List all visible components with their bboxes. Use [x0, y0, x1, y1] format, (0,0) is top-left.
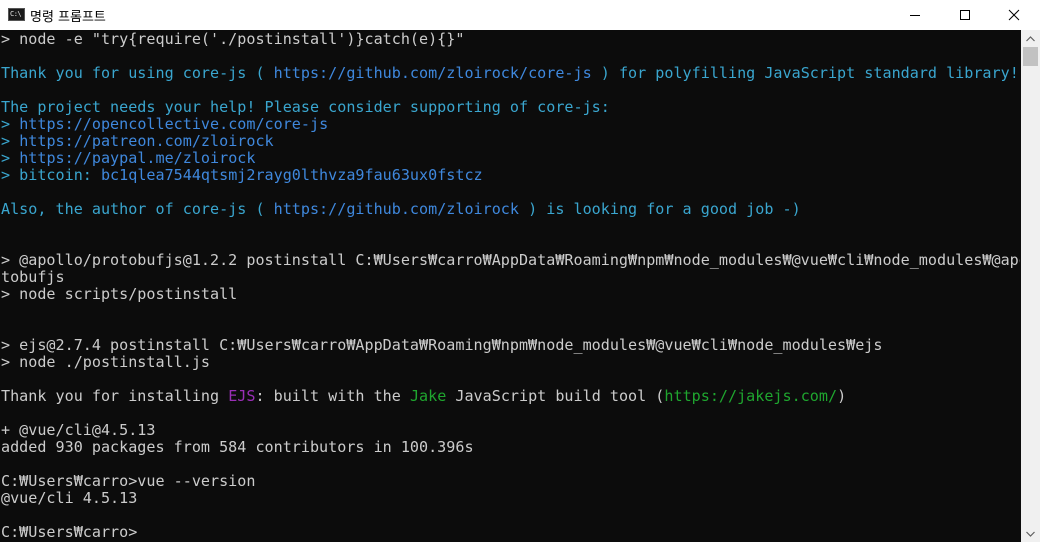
terminal-text: The project needs your help! Please cons…	[1, 98, 610, 116]
window-title: 명령 프롬프트	[30, 10, 106, 25]
terminal-line: @vue/cli 4.5.13	[1, 490, 137, 507]
command-prompt-icon: C:\	[8, 8, 25, 21]
terminal-line: > @apollo/protobufjs@1.2.2 postinstall C…	[1, 252, 1020, 269]
vertical-scrollbar[interactable]	[1021, 30, 1040, 542]
terminal-text: added 930 packages from 584 contributors…	[1, 438, 474, 456]
terminal-text: C:₩Users₩carro>vue --version	[1, 472, 256, 490]
title-bar[interactable]: C:\ 명령 프롬프트	[0, 0, 1040, 30]
terminal-text: ) is looking for a good job -)	[518, 200, 801, 218]
terminal-line: Thank you for using core-js ( https://gi…	[1, 65, 1019, 82]
terminal-link: https://github.com/zloirock/core-js	[273, 64, 592, 82]
terminal-text: )	[837, 387, 847, 405]
terminal-text: Thank you for installing	[1, 387, 229, 405]
terminal-text: JavaScript build tool (	[446, 387, 665, 405]
terminal-line: The project needs your help! Please cons…	[1, 99, 610, 116]
terminal-text: tobufjs	[1, 268, 65, 286]
terminal-link: https://github.com/zloirock	[273, 200, 519, 218]
terminal-text: @vue/cli 4.5.13	[1, 489, 138, 507]
terminal-text: Jake	[409, 387, 447, 405]
chevron-up-icon	[1026, 35, 1035, 41]
terminal-line: added 930 packages from 584 contributors…	[1, 439, 474, 456]
terminal-text: ) for polyfilling JavaScript standard li…	[591, 64, 1019, 82]
terminal-line: Also, the author of core-js ( https://gi…	[1, 201, 801, 218]
terminal-text: https://jakejs.com/	[664, 387, 838, 405]
maximize-button[interactable]	[942, 0, 988, 30]
terminal-line: > bitcoin: bc1qlea7544qtsmj2rayg0lthvza9…	[1, 167, 483, 184]
terminal-line: > https://opencollective.com/core-js	[1, 116, 328, 133]
terminal-line: Thank you for installing EJS: built with…	[1, 388, 846, 405]
terminal-line: > node ./postinstall.js	[1, 354, 210, 371]
terminal-text: >	[1, 132, 20, 150]
terminal-link: https://patreon.com/zloirock	[19, 132, 274, 150]
minimize-button[interactable]	[892, 0, 938, 30]
terminal-text: C:₩Users₩carro>	[1, 523, 138, 541]
terminal-text: : built with the	[255, 387, 410, 405]
terminal-line: > https://paypal.me/zloirock	[1, 150, 255, 167]
terminal-line: > node -e "try{require('./postinstall')}…	[1, 31, 464, 48]
terminal-text: > ejs@2.7.4 postinstall C:₩Users₩carro₩A…	[1, 336, 883, 354]
terminal-line: C:₩Users₩carro>	[1, 524, 137, 541]
terminal-link: https://paypal.me/zloirock	[19, 149, 256, 167]
terminal-text: > @apollo/protobufjs@1.2.2 postinstall C…	[1, 251, 1020, 269]
terminal-link: https://opencollective.com/core-js	[19, 115, 329, 133]
close-button[interactable]	[991, 0, 1037, 30]
terminal-line: > node scripts/postinstall	[1, 286, 237, 303]
terminal-text: Thank you for using core-js (	[1, 64, 274, 82]
terminal-text: Also, the author of core-js (	[1, 200, 274, 218]
terminal-text: EJS	[228, 387, 256, 405]
minimize-icon	[910, 15, 920, 16]
terminal-text: + @vue/cli@4.5.13	[1, 421, 156, 439]
chevron-down-icon	[1026, 531, 1035, 537]
terminal-line: tobufjs	[1, 269, 65, 286]
maximize-icon	[960, 10, 970, 20]
terminal-link: bc1qlea7544qtsmj2rayg0lthvza9fau63ux0fst…	[100, 166, 483, 184]
terminal-line: > ejs@2.7.4 postinstall C:₩Users₩carro₩A…	[1, 337, 882, 354]
terminal-text: > node -e "try{require('./postinstall')}…	[1, 31, 465, 48]
terminal-text: > node scripts/postinstall	[1, 285, 238, 303]
terminal-text: >	[1, 149, 20, 167]
terminal-line: + @vue/cli@4.5.13	[1, 422, 155, 439]
command-prompt-window: C:\ 명령 프롬프트 > node -e "try{require('./po…	[0, 0, 1040, 542]
scrollbar-thumb[interactable]	[1023, 47, 1038, 66]
terminal-line: > https://patreon.com/zloirock	[1, 133, 274, 150]
scroll-down-button[interactable]	[1021, 525, 1040, 542]
terminal-line: C:₩Users₩carro>vue --version	[1, 473, 255, 490]
scroll-up-button[interactable]	[1021, 30, 1040, 47]
terminal-text: >	[1, 115, 20, 133]
app-icon-label: C:\	[10, 10, 22, 18]
terminal-text: > node ./postinstall.js	[1, 353, 211, 371]
terminal-output[interactable]: > node -e "try{require('./postinstall')}…	[0, 31, 1020, 542]
terminal-text: > bitcoin:	[1, 166, 101, 184]
close-icon	[1008, 9, 1020, 21]
